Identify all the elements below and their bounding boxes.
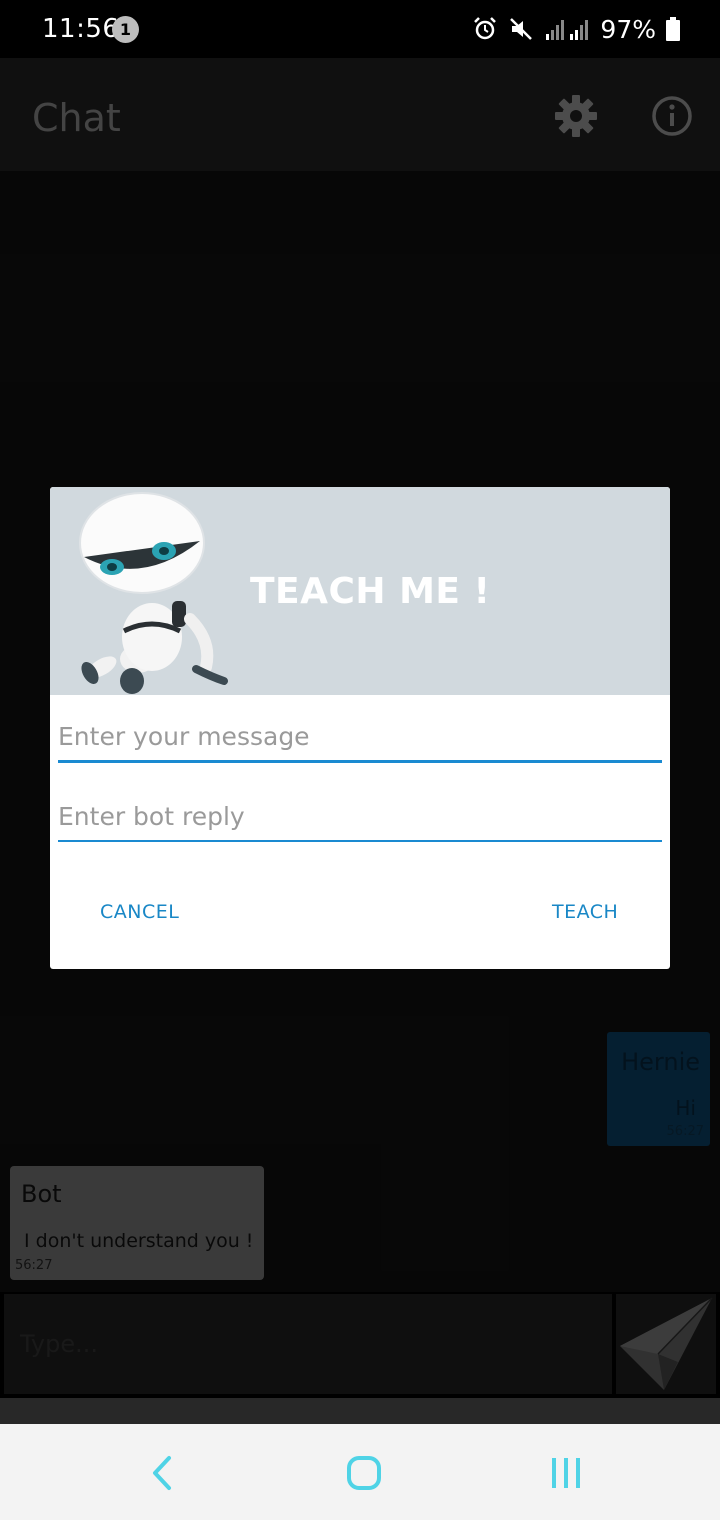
nav-home-button[interactable] [339, 1448, 389, 1498]
battery-icon [666, 17, 680, 41]
teach-button[interactable]: TEACH [552, 901, 618, 923]
mute-icon [508, 16, 534, 42]
teach-dialog: TEACH ME ! CANCEL TEACH [50, 487, 670, 969]
message-field[interactable] [58, 713, 662, 760]
status-bar: 11:56 1 97% [0, 0, 720, 58]
bot-reply-field-container [58, 792, 662, 842]
system-nav-bar [0, 1424, 720, 1520]
dialog-header: TEACH ME ! [50, 487, 670, 695]
dialog-title: TEACH ME ! [250, 571, 491, 612]
status-icons: 97% [472, 13, 680, 45]
nav-recents-button[interactable] [541, 1448, 591, 1498]
robot-mascot-icon [79, 492, 228, 694]
message-field-container [58, 713, 662, 763]
back-chevron-icon [153, 1456, 171, 1490]
notification-badge: 1 [112, 16, 139, 43]
recents-icon [552, 1458, 580, 1488]
alarm-icon [472, 16, 498, 42]
nav-back-button[interactable] [138, 1448, 188, 1498]
cancel-button[interactable]: CANCEL [100, 901, 179, 923]
signal-icon [544, 16, 590, 42]
home-icon [347, 1456, 381, 1490]
battery-percent: 97% [600, 14, 656, 44]
screen: 11:56 1 97% Chat Hernie Hi 56:27 Bot I d… [0, 0, 720, 1520]
bot-reply-field[interactable] [58, 792, 662, 840]
status-time: 11:56 [42, 14, 120, 44]
